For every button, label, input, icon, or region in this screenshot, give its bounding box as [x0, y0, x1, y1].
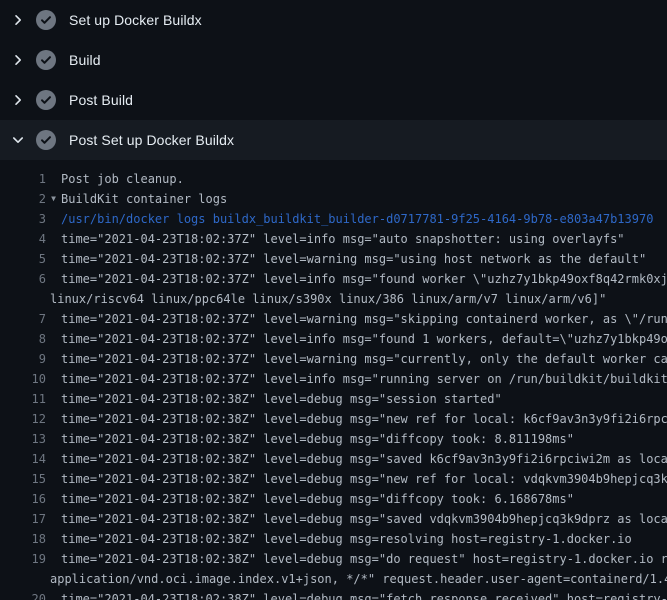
log-line-text: application/vnd.oci.image.index.v1+json,…: [50, 569, 667, 589]
log-line: 11 time="2021-04-23T18:02:38Z" level=deb…: [0, 389, 667, 409]
log-line: 7 time="2021-04-23T18:02:37Z" level=warn…: [0, 309, 667, 329]
log-line-number[interactable]: 9: [0, 349, 46, 369]
log-line-number[interactable]: 7: [0, 309, 46, 329]
check-circle-icon: [36, 90, 56, 110]
check-circle-icon: [36, 10, 56, 30]
chevron-right-icon: [10, 12, 26, 28]
log-line-number[interactable]: 14: [0, 449, 46, 469]
log-line-number[interactable]: 16: [0, 489, 46, 509]
log-viewer[interactable]: 1 Post job cleanup. 2 ▼ BuildKit contain…: [0, 160, 667, 600]
log-line-text: time="2021-04-23T18:02:38Z" level=debug …: [61, 489, 574, 509]
log-line: 17 time="2021-04-23T18:02:38Z" level=deb…: [0, 509, 667, 529]
log-line-text: time="2021-04-23T18:02:38Z" level=debug …: [61, 469, 667, 489]
log-line-text: time="2021-04-23T18:02:37Z" level=info m…: [61, 329, 667, 349]
log-line-number[interactable]: 4: [0, 229, 46, 249]
log-line-text: time="2021-04-23T18:02:38Z" level=debug …: [61, 549, 667, 569]
step-row-post-build[interactable]: Post Build: [0, 80, 667, 120]
log-line: 2 ▼ BuildKit container logs: [0, 189, 667, 209]
chevron-down-icon: [10, 132, 26, 148]
log-line-number[interactable]: 10: [0, 369, 46, 389]
log-line-text: time="2021-04-23T18:02:37Z" level=warnin…: [61, 249, 646, 269]
log-line-text: /usr/bin/docker logs buildx_buildkit_bui…: [61, 209, 653, 229]
step-label: Post Set up Docker Buildx: [69, 132, 234, 148]
check-circle-icon: [36, 130, 56, 150]
log-line-text: Post job cleanup.: [61, 169, 184, 189]
log-line-number[interactable]: 2: [0, 189, 46, 209]
log-line: 4 time="2021-04-23T18:02:37Z" level=info…: [0, 229, 667, 249]
log-line-text: time="2021-04-23T18:02:37Z" level=info m…: [61, 369, 667, 389]
log-line-number[interactable]: 12: [0, 409, 46, 429]
log-line-number[interactable]: 1: [0, 169, 46, 189]
log-line: 6 time="2021-04-23T18:02:37Z" level=info…: [0, 269, 667, 289]
log-line-number[interactable]: 18: [0, 529, 46, 549]
log-line-text: linux/riscv64 linux/ppc64le linux/s390x …: [50, 289, 606, 309]
step-row-post-set-up-docker-buildx[interactable]: Post Set up Docker Buildx: [0, 120, 667, 160]
log-line: 19 time="2021-04-23T18:02:38Z" level=deb…: [0, 549, 667, 569]
log-line: 14 time="2021-04-23T18:02:38Z" level=deb…: [0, 449, 667, 469]
log-line-text: time="2021-04-23T18:02:38Z" level=debug …: [61, 589, 667, 600]
log-line-number[interactable]: 13: [0, 429, 46, 449]
log-line: 12 time="2021-04-23T18:02:38Z" level=deb…: [0, 409, 667, 429]
log-line: 13 time="2021-04-23T18:02:38Z" level=deb…: [0, 429, 667, 449]
chevron-right-icon: [10, 92, 26, 108]
log-line-number[interactable]: 3: [0, 209, 46, 229]
steps-list: Set up Docker Buildx Build Post Build: [0, 0, 667, 160]
log-line-number[interactable]: 17: [0, 509, 46, 529]
log-line-text: time="2021-04-23T18:02:38Z" level=debug …: [61, 409, 667, 429]
caret-down-icon[interactable]: ▼: [46, 189, 61, 209]
check-circle-icon: [36, 50, 56, 70]
log-line: application/vnd.oci.image.index.v1+json,…: [0, 569, 667, 589]
log-line-text: time="2021-04-23T18:02:37Z" level=info m…: [61, 229, 625, 249]
log-line: linux/riscv64 linux/ppc64le linux/s390x …: [0, 289, 667, 309]
log-line-number[interactable]: 20: [0, 589, 46, 600]
log-line-number[interactable]: 6: [0, 269, 46, 289]
log-line-text: time="2021-04-23T18:02:38Z" level=debug …: [61, 509, 667, 529]
log-line-text: time="2021-04-23T18:02:38Z" level=debug …: [61, 449, 667, 469]
step-label: Build: [69, 52, 101, 68]
log-line-number[interactable]: 11: [0, 389, 46, 409]
log-line-number[interactable]: 8: [0, 329, 46, 349]
log-line: 10 time="2021-04-23T18:02:37Z" level=inf…: [0, 369, 667, 389]
log-line: 3 /usr/bin/docker logs buildx_buildkit_b…: [0, 209, 667, 229]
actions-log-viewer: Set up Docker Buildx Build Post Build: [0, 0, 667, 600]
log-line: 16 time="2021-04-23T18:02:38Z" level=deb…: [0, 489, 667, 509]
log-line-text: time="2021-04-23T18:02:37Z" level=info m…: [61, 269, 667, 289]
log-line-number[interactable]: 19: [0, 549, 46, 569]
log-line: 8 time="2021-04-23T18:02:37Z" level=info…: [0, 329, 667, 349]
chevron-right-icon: [10, 52, 26, 68]
step-label: Set up Docker Buildx: [69, 12, 202, 28]
log-line: 5 time="2021-04-23T18:02:37Z" level=warn…: [0, 249, 667, 269]
step-row-set-up-docker-buildx[interactable]: Set up Docker Buildx: [0, 0, 667, 40]
step-row-build[interactable]: Build: [0, 40, 667, 80]
log-line-text: time="2021-04-23T18:02:37Z" level=warnin…: [61, 349, 667, 369]
log-line-text: time="2021-04-23T18:02:38Z" level=debug …: [61, 389, 502, 409]
log-line: 15 time="2021-04-23T18:02:38Z" level=deb…: [0, 469, 667, 489]
log-line: 18 time="2021-04-23T18:02:38Z" level=deb…: [0, 529, 667, 549]
log-line-text: time="2021-04-23T18:02:37Z" level=warnin…: [61, 309, 667, 329]
log-line-number[interactable]: 15: [0, 469, 46, 489]
log-line-number[interactable]: 5: [0, 249, 46, 269]
log-line-text[interactable]: BuildKit container logs: [61, 189, 227, 209]
log-line: 9 time="2021-04-23T18:02:37Z" level=warn…: [0, 349, 667, 369]
step-label: Post Build: [69, 92, 133, 108]
log-line-text: time="2021-04-23T18:02:38Z" level=debug …: [61, 529, 632, 549]
log-line: 1 Post job cleanup.: [0, 169, 667, 189]
log-line-text: time="2021-04-23T18:02:38Z" level=debug …: [61, 429, 574, 449]
log-line: 20 time="2021-04-23T18:02:38Z" level=deb…: [0, 589, 667, 600]
